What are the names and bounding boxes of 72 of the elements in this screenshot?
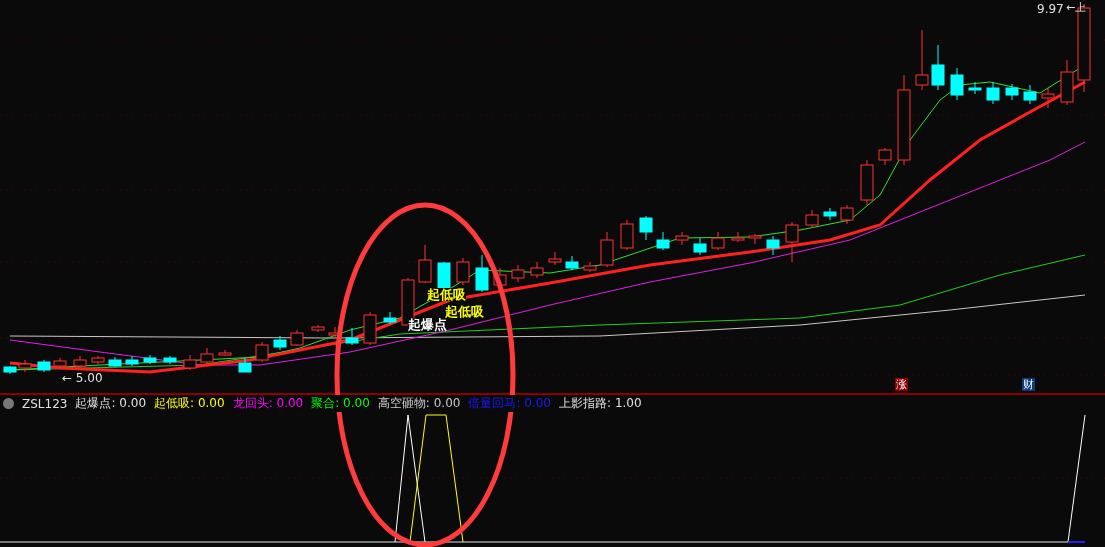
candlestick — [600, 231, 614, 268]
event-marker: 涨 — [895, 378, 908, 391]
indicator-value: 起低吸: 0.00 — [154, 395, 225, 412]
high-price-label: 9.97 — [1037, 3, 1064, 15]
candlestick — [493, 267, 507, 289]
candlestick — [218, 349, 232, 357]
candlestick — [456, 257, 470, 286]
candlestick — [805, 209, 819, 229]
candlestick — [311, 324, 325, 333]
high-price-arrow: ←上 — [1066, 2, 1087, 13]
indicator-name: ZSL123 — [22, 396, 68, 411]
candlestick — [255, 341, 269, 363]
candlestick — [656, 231, 670, 251]
candlestick — [878, 147, 892, 166]
candlestick — [91, 355, 105, 365]
candlestick — [383, 311, 397, 325]
candlestick — [200, 347, 214, 365]
candlestick — [37, 359, 51, 373]
indicator-value: 倍量回马: 0.00 — [468, 395, 551, 412]
candlestick — [583, 261, 597, 273]
candlestick — [530, 261, 544, 279]
candlestick — [125, 355, 139, 367]
signal-label: 起爆点 — [408, 318, 447, 331]
candlestick — [748, 233, 762, 245]
candlestick — [511, 264, 525, 283]
candlestick — [915, 29, 929, 91]
event-marker: 财 — [1022, 378, 1035, 391]
candlestick — [548, 251, 562, 266]
candlestick — [693, 237, 707, 256]
candlestick — [183, 354, 197, 371]
candlestick — [143, 354, 157, 365]
candlestick — [1023, 84, 1037, 105]
candlestick — [418, 244, 432, 284]
candlestick — [108, 356, 122, 368]
candlestick — [711, 231, 725, 251]
low-price-label: ← 5.00 — [62, 372, 103, 384]
candlestick — [986, 81, 1000, 105]
candlestick — [3, 365, 17, 375]
candlestick — [785, 221, 799, 263]
indicator-value: 龙回头: 0.00 — [232, 395, 304, 412]
candlestick — [968, 81, 982, 95]
candlestick — [950, 67, 964, 101]
candlestick — [73, 355, 87, 369]
candlestick — [163, 355, 177, 365]
candlestick — [675, 231, 689, 246]
candlestick — [731, 231, 745, 243]
candlestick — [565, 255, 579, 271]
candlestick — [1005, 83, 1019, 101]
candlestick — [290, 329, 304, 347]
candlestick — [18, 359, 32, 373]
candlestick — [363, 311, 377, 346]
candlestick — [840, 204, 854, 225]
candlestick — [53, 357, 67, 369]
candlestick — [1041, 87, 1055, 109]
candlestick — [639, 215, 653, 241]
signal-label: 起低吸 — [445, 305, 484, 318]
candlestick — [345, 327, 359, 346]
indicator-value: 上影指路: 1.00 — [559, 395, 642, 412]
candlestick — [823, 207, 837, 221]
candlestick — [475, 254, 489, 293]
candlestick — [273, 335, 287, 351]
indicator-value: 起爆点: 0.00 — [75, 395, 147, 412]
candlestick — [620, 219, 634, 251]
indicator-value: 高空砸物: 0.00 — [377, 395, 461, 412]
candlestick — [766, 235, 780, 256]
indicator-value: 聚合: 0.00 — [311, 395, 370, 412]
collapse-icon[interactable] — [3, 398, 14, 409]
candlestick — [860, 159, 874, 206]
candlestick — [931, 44, 945, 91]
candlestick — [1060, 59, 1074, 106]
candlestick — [238, 357, 252, 373]
signal-label: 起低吸 — [427, 288, 466, 301]
